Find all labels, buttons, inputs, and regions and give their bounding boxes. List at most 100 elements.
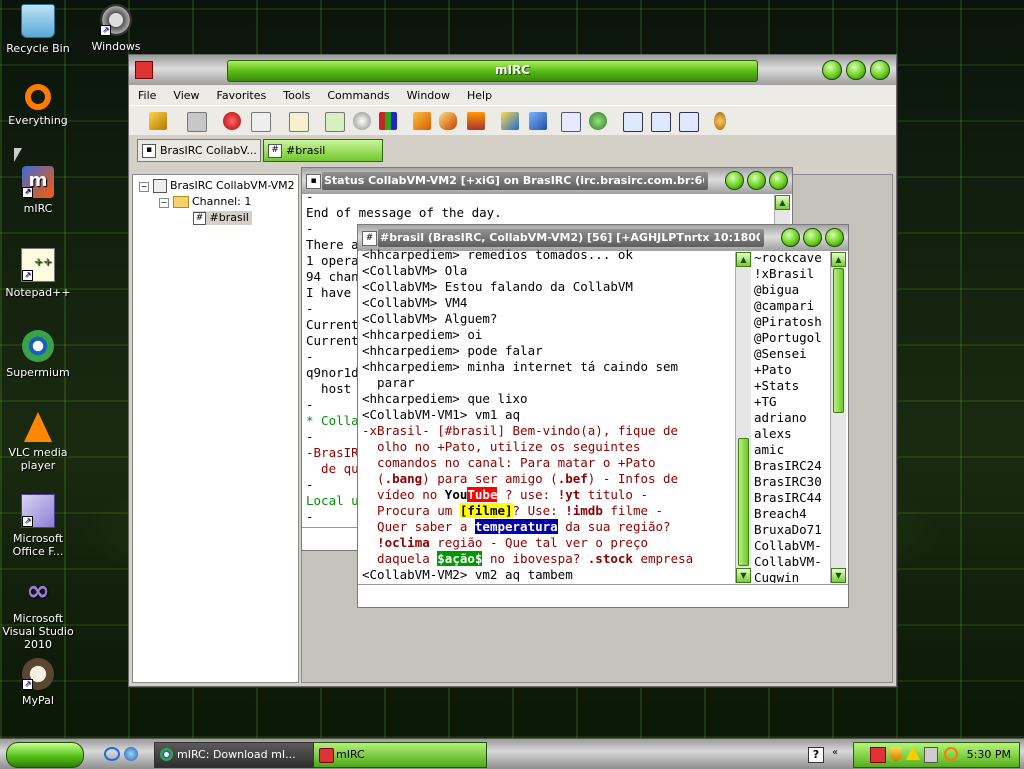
connect-icon[interactable] [149, 112, 167, 130]
channel-scrollbar[interactable]: ▲ ▼ [735, 252, 751, 583]
nick-item[interactable]: amic [754, 442, 828, 458]
nick-item[interactable]: BrasIRC30 [754, 474, 828, 490]
about-icon[interactable] [714, 112, 726, 130]
dcc-chat-icon[interactable] [439, 112, 457, 130]
nick-item[interactable]: @campari [754, 298, 828, 314]
status-minimize-button[interactable] [725, 171, 744, 190]
menu-view[interactable]: View [164, 89, 207, 102]
nick-item[interactable]: ~rockcave [754, 250, 828, 266]
channel-close-button[interactable] [825, 228, 844, 247]
tile-vertical-icon[interactable] [679, 112, 699, 132]
ie-icon[interactable] [104, 747, 120, 761]
desktop-icon-recycle-bin[interactable]: Recycle Bin [0, 4, 76, 55]
warning-icon[interactable] [906, 747, 920, 760]
nick-item[interactable]: +TG [754, 394, 828, 410]
urls-icon[interactable] [561, 112, 581, 132]
nick-list[interactable]: ~rockcave !xBrasil @bigua @campari @Piratosh… [754, 250, 828, 583]
nick-item[interactable]: @Piratosh [754, 314, 828, 330]
maximize-button[interactable] [846, 60, 866, 80]
clock[interactable]: 5:30 PM [967, 743, 1011, 767]
desktop-icon-mypal[interactable]: ↗ MyPal [0, 658, 76, 707]
nick-item[interactable]: BruxaDo71 [754, 522, 828, 538]
desktop-icon-visual-studio[interactable]: ∞ Microsoft Visual Studio 2010 [0, 576, 76, 652]
nick-item[interactable]: alexs [754, 426, 828, 442]
minimize-button[interactable] [822, 60, 842, 80]
cascade-icon[interactable] [623, 112, 643, 132]
collapse-toggle-icon[interactable]: − [159, 198, 169, 208]
channel-input-field[interactable] [358, 584, 848, 607]
nick-item[interactable]: @Portugol [754, 330, 828, 346]
desktop-icon-notepad-plus-plus[interactable]: ++ ↗ Notepad++ [0, 248, 76, 299]
channels-list-icon[interactable] [251, 112, 271, 132]
scroll-up-arrow-icon[interactable]: ▲ [736, 252, 751, 267]
channel-minimize-button[interactable] [781, 228, 800, 247]
menu-window[interactable]: Window [398, 89, 458, 102]
tree-channel[interactable]: # #brasil [193, 211, 252, 225]
menu-commands[interactable]: Commands [318, 89, 397, 102]
search-icon[interactable] [944, 747, 958, 761]
menu-file[interactable]: File [129, 89, 164, 102]
show-desktop-icon[interactable] [124, 747, 138, 761]
status-maximize-button[interactable] [747, 171, 766, 190]
tree-folder[interactable]: − Channel: 1 [159, 195, 251, 208]
nick-item[interactable]: BrasIRC24 [754, 458, 828, 474]
nick-item[interactable]: @Sensei [754, 346, 828, 362]
colors-icon[interactable] [379, 112, 397, 130]
switchbar-channel-button[interactable]: # #brasil [263, 139, 383, 162]
nick-item[interactable]: +Stats [754, 378, 828, 394]
scroll-down-arrow-icon[interactable]: ▼ [831, 568, 846, 583]
desktop-icon-office[interactable]: ↗ Microsoft Office F... [0, 494, 76, 558]
menu-favorites[interactable]: Favorites [208, 89, 275, 102]
nicklist-scrollbar[interactable]: ▲ ▼ [830, 252, 846, 583]
timer-icon[interactable] [353, 112, 371, 130]
scroll-thumb[interactable] [833, 268, 844, 413]
online-help-icon[interactable] [589, 112, 607, 130]
nick-item[interactable]: Cugwin [754, 570, 828, 583]
nick-item[interactable]: @bigua [754, 282, 828, 298]
mirc-tray-icon[interactable] [870, 747, 886, 763]
desktop-icon-supermium[interactable]: Supermium [0, 330, 76, 379]
volume-icon[interactable] [924, 747, 938, 763]
tile-horizontal-icon[interactable] [651, 112, 671, 132]
nick-item[interactable]: !xBrasil [754, 266, 828, 282]
status-close-button[interactable] [769, 171, 788, 190]
notepad-icon[interactable] [325, 112, 345, 132]
switchbar-status-button[interactable]: ▪ BrasIRC CollabV... [137, 139, 261, 162]
nick-item[interactable]: CollabVM- [754, 554, 828, 570]
notify-list-icon[interactable] [529, 112, 547, 130]
desktop-icon-movie-maker[interactable]: ↗ Windows Movie Maker [78, 4, 154, 53]
scroll-up-arrow-icon[interactable]: ▲ [775, 195, 790, 210]
dcc-get-icon[interactable] [467, 112, 485, 130]
help-icon[interactable]: ? [808, 747, 824, 763]
menu-help[interactable]: Help [458, 89, 500, 102]
nick-item[interactable]: adriano [754, 410, 828, 426]
dcc-send-icon[interactable] [413, 112, 431, 130]
start-button[interactable] [6, 742, 84, 768]
nick-item[interactable]: CollabVM- [754, 538, 828, 554]
scroll-thumb[interactable] [738, 438, 749, 566]
address-book-icon[interactable] [289, 112, 309, 132]
nick-item[interactable]: Breach4 [754, 506, 828, 522]
channel-maximize-button[interactable] [803, 228, 822, 247]
channel-window[interactable]: # #brasil (BrasIRC, CollabVM-VM2) [56] [… [357, 224, 849, 608]
scroll-down-arrow-icon[interactable]: ▼ [736, 568, 751, 583]
taskbar-task-browser[interactable]: mIRC: Download mI... [154, 742, 328, 768]
tree-server[interactable]: − BrasIRC CollabVM-VM2 [139, 179, 295, 193]
desktop-icon-mirc[interactable]: m ↗ mIRC [0, 166, 76, 215]
mirc-titlebar[interactable]: mIRC [129, 55, 896, 85]
collapse-toggle-icon[interactable]: − [139, 182, 149, 192]
security-shield-icon[interactable] [890, 747, 902, 761]
desktop-icon-everything[interactable]: Everything [0, 84, 76, 127]
options-icon[interactable] [187, 112, 207, 132]
nick-item[interactable]: BrasIRC44 [754, 490, 828, 506]
favorites-icon[interactable] [223, 112, 241, 130]
desktop-icon-vlc[interactable]: VLC media player [0, 412, 76, 472]
tray-arrow-icon[interactable]: « [832, 747, 838, 758]
nick-item[interactable]: +Pato [754, 362, 828, 378]
scroll-up-arrow-icon[interactable]: ▲ [831, 252, 846, 267]
channel-text-area[interactable]: <hhcarpediem> remedios tomados... ok <Col… [362, 247, 734, 585]
close-button[interactable] [870, 60, 890, 80]
ignore-list-icon[interactable] [501, 112, 519, 130]
taskbar-task-mirc[interactable]: mIRC [313, 742, 487, 768]
menu-tools[interactable]: Tools [274, 89, 318, 102]
